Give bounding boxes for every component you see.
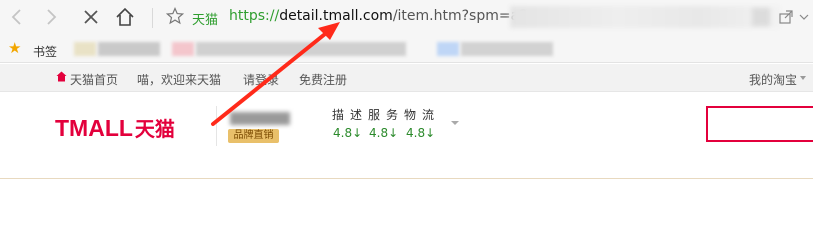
tmall-home-icon (56, 71, 67, 82)
url-path: /item.htm?spm=a2 (392, 8, 529, 24)
bookmarks-star-icon: ★ (8, 39, 22, 57)
tmall-logo[interactable]: TMALL 天猫 (55, 113, 175, 142)
bookmark-item-redacted[interactable] (172, 42, 194, 56)
bookmark-item-redacted[interactable] (98, 42, 160, 56)
address-bar-divider (152, 8, 153, 28)
score-dropdown-caret-icon[interactable] (451, 121, 459, 125)
score-description: 4.8↓ (333, 126, 363, 140)
url-host: detail.tmall.com (279, 8, 393, 24)
bookmark-item-redacted[interactable] (461, 42, 553, 56)
share-icon[interactable] (778, 9, 794, 25)
header-divider (216, 106, 217, 146)
nav-login-link[interactable]: 请登录 (243, 71, 279, 88)
logo-cn: 天猫 (134, 119, 175, 141)
bookmark-item-redacted[interactable] (437, 42, 459, 56)
nav-tmall-home-link[interactable]: 天猫首页 (70, 71, 118, 88)
forward-icon[interactable] (40, 6, 62, 28)
redacted-icon (752, 8, 770, 26)
bookmark-item-redacted[interactable] (74, 42, 96, 56)
search-input[interactable] (706, 106, 813, 142)
browser-window: 天猫 https://detail.tmall.com/item.htm?spm… (0, 0, 813, 249)
bookmark-item-redacted[interactable] (196, 42, 406, 56)
nav-welcome-text: 喵，欢迎来天猫 (137, 73, 222, 87)
dropdown-chevron-icon[interactable] (798, 9, 810, 25)
home-icon[interactable] (114, 6, 136, 28)
back-icon[interactable] (6, 6, 28, 28)
stop-loading-icon[interactable] (80, 6, 102, 28)
bookmark-star-icon[interactable] (166, 7, 184, 25)
bookmarks-folder-label[interactable]: 书签 (33, 43, 57, 60)
my-taobao-caret-icon[interactable] (800, 76, 806, 80)
brand-direct-badge: 品牌直销 (228, 129, 279, 143)
nav-register-link[interactable]: 免费注册 (299, 71, 347, 88)
logo-latin: TMALL (55, 115, 133, 141)
site-top-nav: 天猫首页 喵，欢迎来天猫 请登录 免费注册 我的淘宝 (0, 64, 813, 92)
nav-my-taobao-link[interactable]: 我的淘宝 (749, 71, 797, 88)
url-protocol: https:// (229, 8, 280, 24)
shop-name-redacted[interactable] (230, 112, 290, 125)
shop-score-title: 描述服务物流 (332, 108, 441, 122)
score-logistics: 4.8↓ (406, 126, 436, 140)
address-bar-url[interactable]: https://detail.tmall.com/item.htm?spm=a2 (229, 8, 528, 24)
score-service: 4.8↓ (369, 126, 399, 140)
url-redacted-area (510, 6, 780, 28)
site-identity-label[interactable]: 天猫 (192, 9, 218, 28)
